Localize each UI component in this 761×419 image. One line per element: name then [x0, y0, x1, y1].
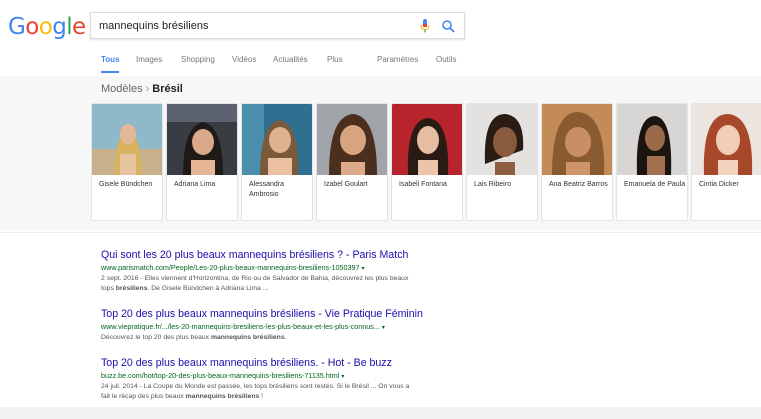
search-result: Top 20 des plus beaux mannequins brésili…	[101, 308, 501, 343]
breadcrumb: Modèles › Brésil	[101, 83, 183, 95]
snippet-highlight: brésiliens	[115, 285, 148, 292]
result-url-text: buzz.be.com/hot/top-20-des-plus-beaux-ma…	[101, 371, 340, 380]
model-photo	[392, 104, 462, 175]
logo-letter: g	[52, 14, 67, 40]
snippet-text: Découvrez le top 20 des plus beaux	[101, 334, 211, 341]
model-name: Isabeli Fontana	[399, 181, 447, 188]
result-options-caret-icon[interactable]: ▾	[382, 325, 385, 331]
tab-outils[interactable]: Outils	[436, 55, 456, 64]
magnifier-icon[interactable]	[441, 18, 456, 34]
logo-letter: G	[8, 14, 26, 40]
carousel-card[interactable]: Emanuela de Paula	[616, 103, 688, 221]
logo-letter: o	[25, 14, 39, 40]
carousel-card[interactable]: Alessandra Ambrosio	[241, 103, 313, 221]
result-url-text: www.parismatch.com/People/Les-20-plus-be…	[101, 263, 360, 272]
search-box	[90, 12, 465, 39]
result-title-link[interactable]: Top 20 des plus beaux mannequins brésili…	[101, 308, 501, 320]
logo-letter: o	[38, 14, 53, 40]
tab-videos[interactable]: Vidéos	[232, 55, 256, 64]
search-result: Top 20 des plus beaux mannequins brésili…	[101, 357, 501, 402]
model-name: Izabel Goulart	[324, 181, 368, 188]
tab-tous[interactable]: Tous	[101, 55, 120, 64]
model-name: Lais Ribeiro	[474, 181, 511, 188]
result-snippet: 2 sept. 2016 - Elles viennent d'Horizont…	[101, 274, 461, 294]
result-url: www.parismatch.com/People/Les-20-plus-be…	[101, 263, 501, 272]
breadcrumb-current: Brésil	[152, 83, 183, 95]
carousel-card[interactable]: Izabel Goulart	[316, 103, 388, 221]
tab-parametres[interactable]: Paramètres	[377, 55, 418, 64]
carousel-card[interactable]: Gisele Bündchen	[91, 103, 163, 221]
model-photo	[92, 104, 162, 175]
carousel-card[interactable]: Cintia Dicker	[691, 103, 761, 221]
footer-strip	[0, 407, 761, 419]
google-logo[interactable]: Google	[8, 14, 86, 40]
tab-images[interactable]: Images	[136, 55, 162, 64]
carousel-card[interactable]: Isabeli Fontana	[391, 103, 463, 221]
tab-actualites[interactable]: Actualités	[273, 55, 308, 64]
result-url: www.viepratique.fr/.../les-20-mannequins…	[101, 322, 501, 331]
snippet-text: tops	[101, 285, 116, 292]
search-tabs: Tous Images Shopping Vidéos Actualités P…	[0, 55, 761, 75]
snippet-text: !	[259, 393, 264, 400]
carousel-card[interactable]: Ana Beatriz Barros	[541, 103, 613, 221]
logo-letter: e	[72, 14, 86, 40]
snippet-text: . De Gisele Bündchen à Adriana Lima ...	[147, 285, 269, 292]
result-options-caret-icon[interactable]: ▾	[341, 374, 344, 380]
model-name: Adriana Lima	[174, 181, 216, 188]
model-name: Emanuela de Paula	[624, 181, 686, 188]
models-carousel: Modèles › Brésil Gisele Bündchen Adriana L…	[0, 76, 761, 230]
model-photo	[467, 104, 537, 175]
model-name: Alessandra Ambrosio	[249, 181, 285, 198]
snippet-text: 2 sept. 2016 - Elles viennent d'Horizont…	[101, 275, 409, 282]
section-divider	[0, 232, 761, 233]
result-snippet: 24 juil. 2014 - La Coupe du Monde est pa…	[101, 382, 461, 402]
tab-plus[interactable]: Plus	[327, 55, 343, 64]
snippet-text: 24 juil. 2014 - La Coupe du Monde est pa…	[101, 383, 410, 390]
result-url-text: www.viepratique.fr/.../les-20-mannequins…	[101, 322, 380, 331]
model-photo	[692, 104, 761, 175]
result-url: buzz.be.com/hot/top-20-des-plus-beaux-ma…	[101, 371, 501, 380]
result-snippet: Découvrez le top 20 des plus beaux manne…	[101, 333, 461, 343]
microphone-icon[interactable]	[418, 18, 432, 34]
model-photo	[242, 104, 312, 175]
tab-shopping[interactable]: Shopping	[181, 55, 215, 64]
model-photo	[542, 104, 612, 175]
result-title-link[interactable]: Qui sont les 20 plus beaux mannequins br…	[101, 249, 501, 261]
search-input[interactable]	[99, 13, 409, 38]
breadcrumb-parent[interactable]: Modèles	[101, 83, 143, 95]
snippet-highlight: mannequins brésiliens	[185, 393, 260, 400]
model-name: Ana Beatriz Barros	[549, 181, 608, 188]
snippet-text: .	[284, 334, 287, 341]
model-name: Cintia Dicker	[699, 181, 739, 188]
search-result: Qui sont les 20 plus beaux mannequins br…	[101, 249, 501, 294]
snippet-highlight: mannequins brésiliens	[210, 334, 285, 341]
result-options-caret-icon[interactable]: ▾	[362, 266, 365, 272]
model-name: Gisele Bündchen	[99, 181, 153, 188]
model-photo	[617, 104, 687, 175]
model-photo	[317, 104, 387, 175]
result-title-link[interactable]: Top 20 des plus beaux mannequins brésili…	[101, 357, 501, 369]
carousel-card[interactable]: Lais Ribeiro	[466, 103, 538, 221]
active-tab-indicator	[101, 71, 119, 73]
breadcrumb-separator: ›	[145, 83, 150, 95]
model-photo	[167, 104, 237, 175]
carousel-card[interactable]: Adriana Lima	[166, 103, 238, 221]
snippet-text: fait le récap des plus beaux	[101, 393, 186, 400]
